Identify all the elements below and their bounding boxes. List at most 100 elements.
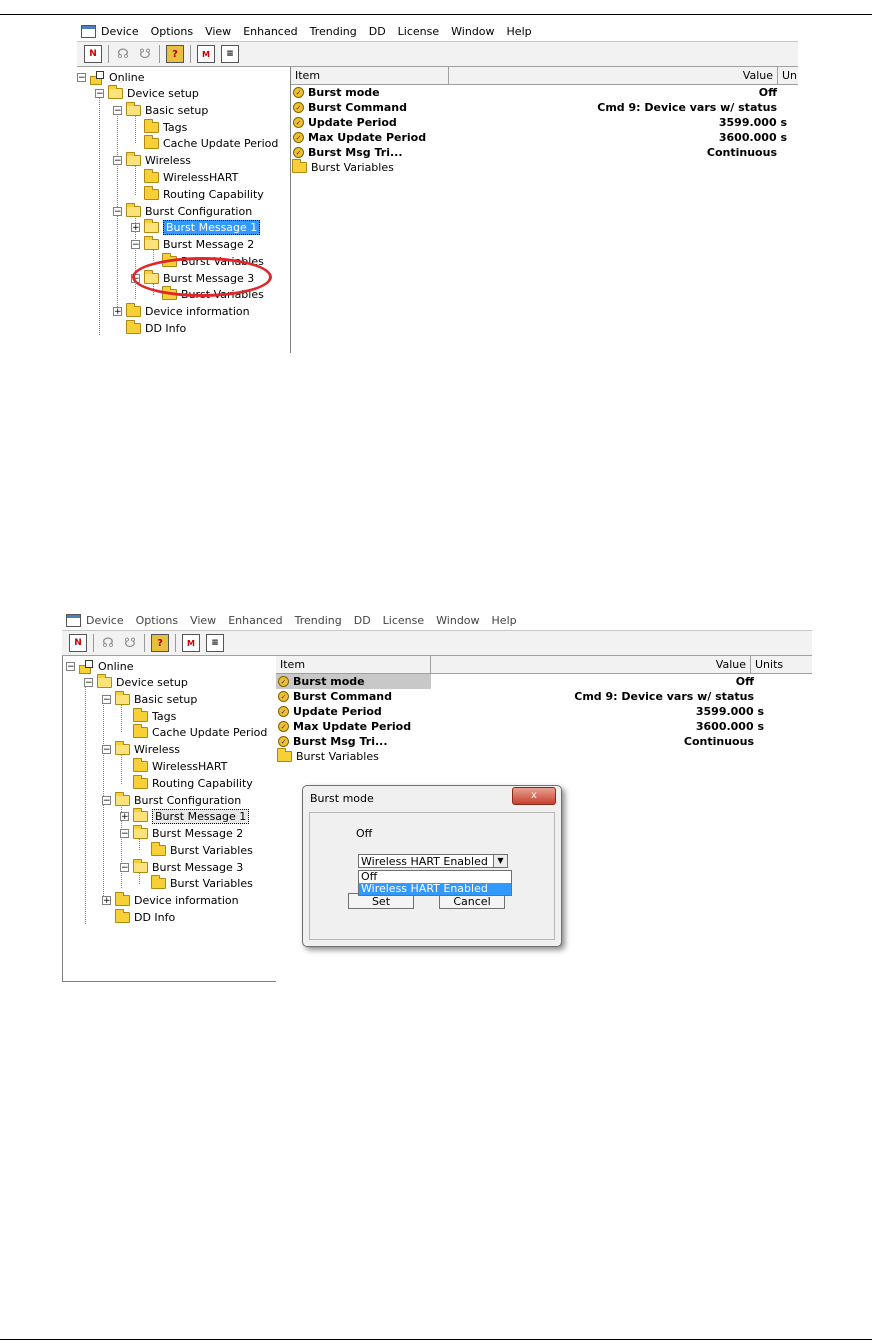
tree-item-basic-setup[interactable]: − Basic setup — [113, 101, 208, 118]
tree-item-cache-update-period[interactable]: Cache Update Period — [133, 723, 267, 740]
menu-trending[interactable]: Trending — [295, 614, 342, 627]
tree-item-dd-info[interactable]: DD Info — [115, 908, 175, 925]
collapse-icon[interactable]: − — [77, 72, 86, 82]
page-bottom-rule — [0, 1339, 872, 1340]
collapse-icon[interactable]: − — [113, 105, 122, 115]
tree-item-burst-variables[interactable]: Burst Variables — [151, 874, 253, 891]
close-button[interactable]: x — [512, 787, 556, 805]
menu-help[interactable]: Help — [492, 614, 517, 627]
tree-item-cache-update-period[interactable]: Cache Update Period — [144, 134, 278, 151]
list-row-burst-command[interactable]: ✓ Burst Command Cmd 9: Device vars w/ st… — [276, 689, 812, 704]
help-icon[interactable]: ? — [166, 45, 184, 63]
list-row-burst-mode[interactable]: ✓ Burst mode Off — [291, 85, 798, 100]
list-row-burst-command[interactable]: ✓ Burst Command Cmd 9: Device vars w/ st… — [291, 100, 798, 115]
collapse-icon[interactable]: − — [102, 744, 111, 754]
list-row-max-update-period[interactable]: ✓ Max Update Period 3600.000 s — [291, 130, 798, 145]
tree-item-tags[interactable]: Tags — [144, 118, 187, 135]
column-header-item[interactable]: Item — [276, 656, 431, 673]
menu-license[interactable]: License — [383, 614, 424, 627]
tree-item-device-setup[interactable]: − Device setup — [95, 84, 199, 101]
menu-device[interactable]: Device — [86, 614, 124, 627]
connect-icon[interactable]: ☊ — [115, 46, 131, 62]
new-icon[interactable]: N — [69, 634, 87, 652]
menu-window[interactable]: Window — [436, 614, 479, 627]
list-row-burst-msg-trigger[interactable]: ✓ Burst Msg Tri... Continuous — [291, 145, 798, 160]
expand-icon[interactable]: + — [131, 222, 140, 232]
methods-icon[interactable]: M — [182, 634, 200, 652]
menu-device[interactable]: Device — [101, 25, 139, 38]
tree-item-burst-message-1[interactable]: + Burst Message 1 — [120, 807, 250, 824]
report-icon[interactable]: ≡ — [206, 634, 224, 652]
menu-options[interactable]: Options — [136, 614, 178, 627]
connect-icon[interactable]: ☊ — [100, 635, 116, 651]
tree-item-basic-setup[interactable]: − Basic setup — [102, 690, 197, 707]
report-icon[interactable]: ≡ — [221, 45, 239, 63]
menu-dd[interactable]: DD — [369, 25, 386, 38]
dropdown-option-wireless-hart-enabled[interactable]: Wireless HART Enabled — [359, 883, 511, 895]
tree-item-wireless[interactable]: − Wireless — [113, 151, 191, 168]
list-row-update-period[interactable]: ✓ Update Period 3599.000 s — [276, 704, 812, 719]
menu-view[interactable]: View — [205, 25, 231, 38]
list-row-burst-variables[interactable]: Burst Variables — [276, 748, 812, 764]
tree-item-dd-info[interactable]: DD Info — [126, 319, 186, 336]
tree-item-device-information[interactable]: + Device information — [102, 891, 239, 908]
tree-item-routing-capability[interactable]: Routing Capability — [144, 185, 264, 202]
tree-item-burst-message-2[interactable]: − Burst Message 2 — [131, 235, 254, 252]
new-icon[interactable]: N — [84, 45, 102, 63]
disconnect-icon[interactable]: ☋ — [122, 635, 138, 651]
collapse-icon[interactable]: − — [113, 155, 122, 165]
column-header-units[interactable]: Units — [751, 656, 811, 673]
folder-icon — [144, 185, 159, 200]
tree-item-tags[interactable]: Tags — [133, 707, 176, 724]
tree-item-burst-message-1[interactable]: + Burst Message 1 — [131, 218, 261, 235]
collapse-icon[interactable]: − — [95, 88, 104, 98]
collapse-icon[interactable]: − — [84, 677, 93, 687]
column-header-value[interactable]: Value — [431, 656, 751, 673]
disconnect-icon[interactable]: ☋ — [137, 46, 153, 62]
collapse-icon[interactable]: − — [113, 206, 122, 216]
collapse-icon[interactable]: − — [66, 661, 75, 671]
collapse-icon[interactable]: − — [102, 795, 111, 805]
tree-item-burst-configuration[interactable]: − Burst Configuration — [102, 791, 241, 808]
tree-item-online[interactable]: − Online — [66, 658, 133, 674]
menu-help[interactable]: Help — [507, 25, 532, 38]
list-row-burst-msg-trigger[interactable]: ✓ Burst Msg Tri... Continuous — [276, 734, 812, 749]
collapse-icon[interactable]: − — [102, 694, 111, 704]
tree-item-burst-variables[interactable]: Burst Variables — [151, 841, 253, 858]
column-header-value[interactable]: Value — [449, 67, 778, 84]
list-row-burst-variables[interactable]: Burst Variables — [291, 159, 798, 175]
tree-item-online[interactable]: − Online — [77, 69, 144, 85]
methods-icon[interactable]: M — [197, 45, 215, 63]
menu-options[interactable]: Options — [151, 25, 193, 38]
expand-icon[interactable]: + — [113, 306, 122, 316]
menu-window[interactable]: Window — [451, 25, 494, 38]
help-icon[interactable]: ? — [151, 634, 169, 652]
expand-icon[interactable]: + — [120, 811, 129, 821]
collapse-icon[interactable]: − — [131, 239, 140, 249]
burst-mode-select[interactable]: Wireless HART Enabled ▼ — [358, 854, 508, 868]
tree-item-wirelesshart[interactable]: WirelessHART — [133, 757, 227, 774]
menu-enhanced[interactable]: Enhanced — [228, 614, 282, 627]
tree-item-device-setup[interactable]: − Device setup — [84, 673, 188, 690]
list-row-burst-mode[interactable]: ✓ Burst mode Off — [276, 674, 812, 689]
list-row-update-period[interactable]: ✓ Update Period 3599.000 s — [291, 115, 798, 130]
collapse-icon[interactable]: − — [120, 862, 129, 872]
tree-item-routing-capability[interactable]: Routing Capability — [133, 774, 253, 791]
tree-item-wirelesshart[interactable]: WirelessHART — [144, 168, 238, 185]
menu-license[interactable]: License — [398, 25, 439, 38]
menu-enhanced[interactable]: Enhanced — [243, 25, 297, 38]
collapse-icon[interactable]: − — [120, 828, 129, 838]
tree-item-wireless[interactable]: − Wireless — [102, 740, 180, 757]
expand-icon[interactable]: + — [102, 895, 111, 905]
menu-trending[interactable]: Trending — [310, 25, 357, 38]
menu-dd[interactable]: DD — [354, 614, 371, 627]
tree-item-device-information[interactable]: + Device information — [113, 302, 250, 319]
tree-item-burst-message-3[interactable]: − Burst Message 3 — [120, 858, 243, 875]
tree-item-burst-configuration[interactable]: − Burst Configuration — [113, 202, 252, 219]
list-row-max-update-period[interactable]: ✓ Max Update Period 3600.000 s — [276, 719, 812, 734]
column-header-item[interactable]: Item — [291, 67, 449, 84]
chevron-down-icon[interactable]: ▼ — [493, 855, 507, 867]
tree-item-burst-message-2[interactable]: − Burst Message 2 — [120, 824, 243, 841]
column-header-units[interactable]: Uni — [778, 67, 798, 84]
menu-view[interactable]: View — [190, 614, 216, 627]
